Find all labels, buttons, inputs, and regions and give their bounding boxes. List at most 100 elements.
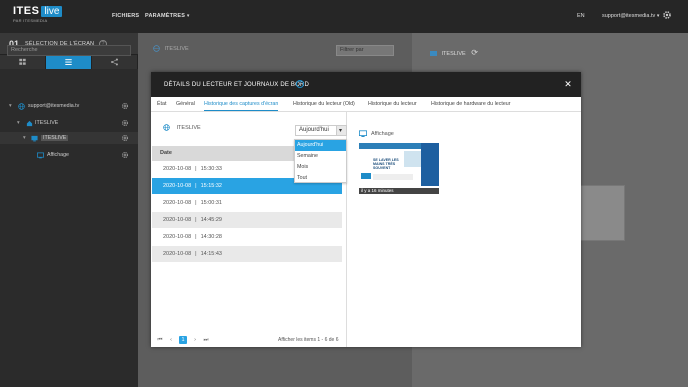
tree-label: ITESLIVE <box>41 135 69 141</box>
menu-settings-label: PARAMÈTRES <box>145 13 186 19</box>
screenshot-thumbnail[interactable]: SE LAVER LES MAINS TRÈS SOUVENT <box>359 143 439 193</box>
table-row[interactable]: 2020-10-08 | 14:30:28 <box>152 229 342 245</box>
share-icon <box>111 58 118 66</box>
player-details-modal: DÉTAILS DU LECTEUR ET JOURNAUX DE BORD ?… <box>151 72 581 347</box>
background-thumbnail <box>580 185 625 241</box>
tab-status[interactable]: État <box>157 101 166 107</box>
gear-icon[interactable] <box>121 102 129 110</box>
modal-header: DÉTAILS DU LECTEUR ET JOURNAUX DE BORD ?… <box>151 72 581 97</box>
close-icon[interactable]: ✕ <box>563 79 573 89</box>
table-row[interactable]: 2020-10-08 | 14:15:43 <box>152 246 342 262</box>
screenshot-list-pane: ITESLIVE Aujourd'hui ▾ Date 2020-10-08 | 1… <box>151 112 347 347</box>
row-date: 2020-10-08 <box>163 234 192 240</box>
sidebar-view-tabs <box>0 55 138 69</box>
refresh-icon[interactable]: ⟳ <box>471 48 478 57</box>
language-switch[interactable]: EN <box>577 13 585 19</box>
gear-icon[interactable] <box>121 151 129 159</box>
player-icon <box>31 135 38 142</box>
main-item-label: ITESLIVE <box>164 45 189 52</box>
logo-live-badge: live <box>41 5 63 17</box>
row-separator: | <box>195 234 197 240</box>
tab-hardware-history[interactable]: Historique de hardware du lecteur <box>431 101 511 107</box>
row-separator: | <box>195 217 197 223</box>
gear-icon[interactable] <box>121 134 129 142</box>
sidebar: 01 SÉLECTION DE L'ÉCRAN ? <box>0 33 138 387</box>
chevron-down-icon: ▾ <box>9 103 12 109</box>
current-page[interactable]: 1 <box>179 336 187 344</box>
tab-list-view[interactable] <box>46 55 92 69</box>
right-panel-label: ITESLIVE <box>441 51 466 57</box>
tab-player-history[interactable]: Historique du lecteur <box>368 101 417 107</box>
monitor-icon <box>359 130 367 137</box>
prev-page-icon[interactable]: ‹ <box>167 336 175 344</box>
row-separator: | <box>195 166 197 172</box>
tab-grid-view[interactable] <box>0 55 46 69</box>
period-selected: Aujourd'hui <box>299 127 329 133</box>
top-bar: ITES live PAR ITESMEDIA FICHIERS PARAMÈT… <box>0 0 688 33</box>
main-item[interactable]: ITESLIVE <box>153 45 189 52</box>
gear-icon[interactable] <box>121 119 129 127</box>
tree-item-display[interactable]: Affichage <box>0 149 138 161</box>
menu-settings[interactable]: PARAMÈTRES ▾ <box>145 13 190 19</box>
screenshot-preview-pane: Affichage SE LAVER LES MAINS TRÈS SOUVEN… <box>347 112 581 347</box>
monitor-icon <box>37 152 44 159</box>
first-page-icon[interactable]: ⏮ <box>156 336 164 344</box>
search-input[interactable]: Recherche <box>7 45 131 56</box>
table-row[interactable]: 2020-10-08 | 14:45:29 <box>152 212 342 228</box>
next-page-icon[interactable]: › <box>191 336 199 344</box>
user-menu[interactable]: support@itesmedia.tv ▾ <box>602 13 659 19</box>
chevron-down-icon: ▾ <box>336 126 346 135</box>
chevron-down-icon: ▾ <box>17 120 20 126</box>
row-separator: | <box>195 251 197 257</box>
user-email: support@itesmedia.tv <box>602 13 656 19</box>
last-page-icon[interactable]: ⏭ <box>202 336 210 344</box>
list-icon <box>65 59 72 65</box>
screenshot-text: SE LAVER LES MAINS TRÈS SOUVENT <box>373 158 399 171</box>
period-options-list: Aujourd'hui Semaine Mois Tout <box>294 139 347 183</box>
period-option[interactable]: Mois <box>295 162 346 173</box>
row-date: 2020-10-08 <box>163 200 192 206</box>
table-row[interactable]: 2020-10-08 | 15:00:31 <box>152 195 342 211</box>
row-time: 14:45:29 <box>200 217 222 223</box>
row-time: 14:15:43 <box>200 251 222 257</box>
modal-tabs: État Général Historique des captures d'é… <box>151 97 581 112</box>
player-label-text: ITESLIVE <box>176 124 201 131</box>
row-date: 2020-10-08 <box>163 166 192 172</box>
gear-icon[interactable] <box>662 10 672 20</box>
pager-info: Afficher les items 1 - 6 de 6 <box>278 337 339 343</box>
chevron-down-icon: ▾ <box>186 13 190 19</box>
tab-share-view[interactable] <box>92 55 138 69</box>
app-logo[interactable]: ITES live PAR ITESMEDIA <box>13 5 63 23</box>
logo-text: ITES <box>13 5 40 17</box>
period-option[interactable]: Semaine <box>295 151 346 162</box>
row-date: 2020-10-08 <box>163 183 192 189</box>
tree-label: Affichage <box>47 152 69 158</box>
display-label: Affichage <box>371 131 394 137</box>
row-time: 15:30:33 <box>200 166 222 172</box>
tree-item-account[interactable]: ▾ support@itesmedia.tv <box>0 100 138 112</box>
row-time: 15:15:32 <box>200 183 222 189</box>
pager: ⏮ ‹ 1 › ⏭ Afficher les items 1 - 6 de 6 <box>151 335 347 346</box>
row-separator: | <box>195 200 197 206</box>
period-option[interactable]: Tout <box>295 173 346 184</box>
period-option[interactable]: Aujourd'hui <box>295 140 346 151</box>
tab-screenshot-history[interactable]: Historique des captures d'écran <box>204 101 279 111</box>
tree-label: support@itesmedia.tv <box>28 103 80 109</box>
tree-item-site[interactable]: ▾ ITESLIVE <box>0 117 138 129</box>
player-icon <box>430 51 437 57</box>
period-dropdown[interactable]: Aujourd'hui ▾ <box>295 125 347 136</box>
tab-general[interactable]: Général <box>176 101 195 107</box>
logo-subtitle: PAR ITESMEDIA <box>13 18 48 23</box>
row-time: 14:30:28 <box>200 234 222 240</box>
tab-player-history-old[interactable]: Historique du lecteur (Old) <box>293 101 355 107</box>
help-icon[interactable]: ? <box>296 80 304 88</box>
globe-icon <box>163 124 170 131</box>
filter-select[interactable]: Filtrer par <box>336 45 394 56</box>
modal-title: DÉTAILS DU LECTEUR ET JOURNAUX DE BORD <box>164 82 310 88</box>
tree-item-player[interactable]: ▾ ITESLIVE <box>0 132 138 144</box>
row-date: 2020-10-08 <box>163 217 192 223</box>
menu-files[interactable]: FICHIERS <box>112 13 139 19</box>
globe-icon <box>153 45 160 52</box>
right-panel-item: ITESLIVE ⟳ <box>430 48 478 57</box>
row-time: 15:00:31 <box>200 200 222 206</box>
